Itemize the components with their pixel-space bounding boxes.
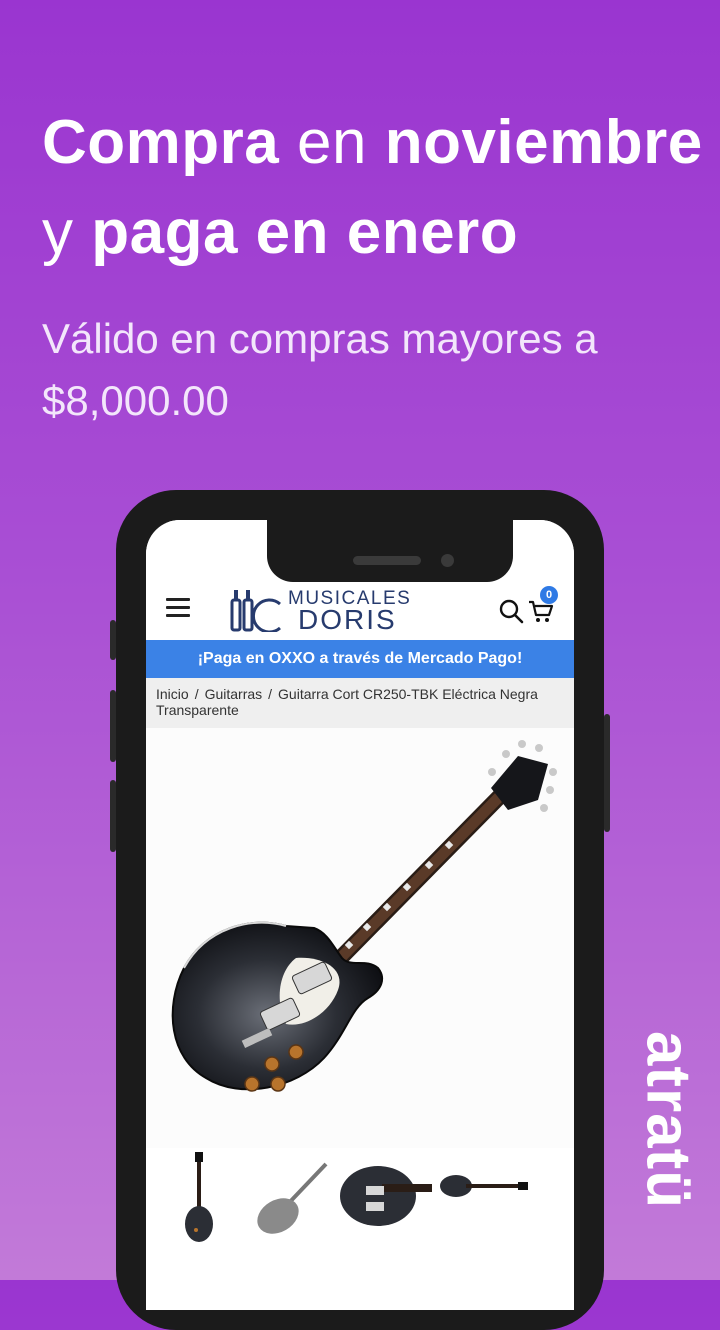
store-logo[interactable]: MUSICALES DORIS <box>228 588 428 635</box>
ad-headline: Compra en noviembre y paga en enero <box>42 98 720 278</box>
speaker-grille <box>353 556 421 565</box>
headline-word-en: en <box>297 108 367 177</box>
product-image[interactable] <box>146 728 574 1148</box>
thumbnail-1[interactable] <box>156 1150 242 1246</box>
search-icon[interactable] <box>498 598 524 624</box>
logo-instrument-icon <box>230 590 281 632</box>
phone-side-button <box>110 620 116 660</box>
phone-power-button <box>604 714 610 832</box>
brand-logo: atratü <box>628 1030 708 1210</box>
breadcrumb-separator: / <box>194 686 199 702</box>
logo-text-bottom: DORIS <box>298 604 397 635</box>
thumbnail-guitar-body <box>340 1166 432 1226</box>
phone-screen: MUSICALES DORIS 0 ¡Paga en OXXO a través… <box>146 520 574 1310</box>
menu-icon[interactable] <box>166 598 190 618</box>
thumbnail-3[interactable] <box>336 1150 432 1246</box>
headline-paga-en-enero: paga en enero <box>91 198 519 267</box>
promo-banner[interactable]: ¡Paga en OXXO a través de Mercado Pago! <box>146 640 574 678</box>
thumbnail-2[interactable] <box>246 1150 332 1246</box>
site-header: MUSICALES DORIS 0 <box>146 582 574 638</box>
ad-subline: Válido en compras mayores a $8,000.00 <box>42 315 598 424</box>
brand-text: atratü <box>633 1030 703 1210</box>
guitar-image <box>171 740 557 1092</box>
phone-notch <box>267 520 513 582</box>
cart-count-badge: 0 <box>540 586 558 604</box>
front-camera <box>441 554 454 567</box>
thumbnail-guitar-vertical <box>185 1152 213 1242</box>
thumbnail-guitar-gray <box>257 1162 328 1234</box>
phone-mockup: MUSICALES DORIS 0 ¡Paga en OXXO a través… <box>110 490 610 1330</box>
headline-word-noviembre: noviembre <box>384 108 703 177</box>
breadcrumb-home[interactable]: Inicio <box>156 686 189 702</box>
phone-volume-down <box>110 780 116 852</box>
headline-word-compra: Compra <box>42 108 280 177</box>
thumbnail-4[interactable] <box>436 1150 528 1246</box>
breadcrumb: Inicio / Guitarras / Guitarra Cort CR250-TBK… <box>146 678 574 728</box>
breadcrumb-category[interactable]: Guitarras <box>205 686 263 702</box>
breadcrumb-separator: / <box>268 686 273 702</box>
phone-volume-up <box>110 690 116 762</box>
thumbnail-strip <box>146 1150 574 1250</box>
headline-word-y: y <box>42 198 74 267</box>
thumbnail-guitar-horizontal <box>440 1175 528 1197</box>
